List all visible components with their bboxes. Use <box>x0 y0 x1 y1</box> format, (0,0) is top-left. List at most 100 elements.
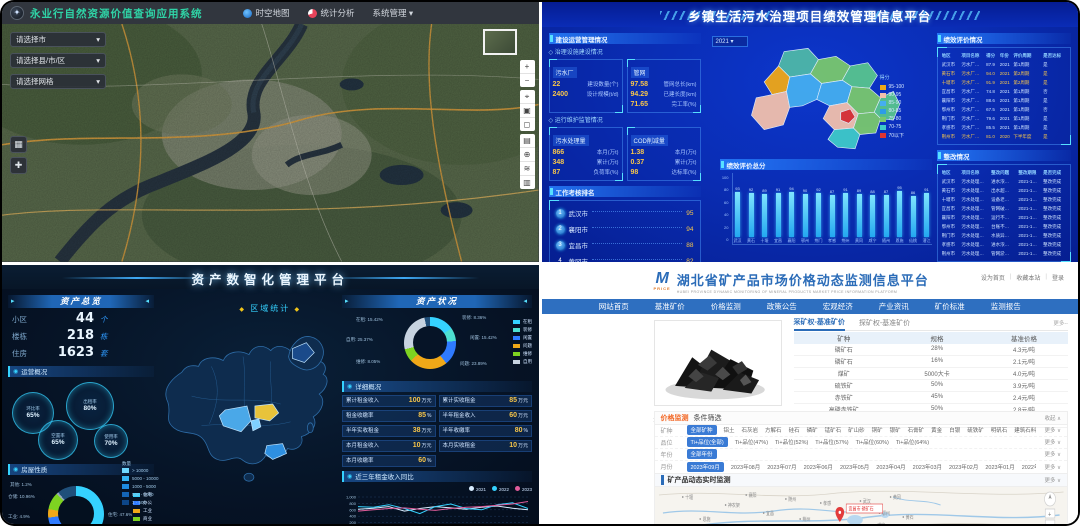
price-tab[interactable]: 探矿权-基准矿价 <box>859 316 910 330</box>
bar-column[interactable]: 89黄冈 <box>854 188 864 244</box>
map-side-button[interactable]: ▦ <box>10 136 27 153</box>
filter-chip[interactable]: 方解石 <box>765 426 782 434</box>
map-tool-button[interactable]: ≋ <box>520 162 535 176</box>
bar-column[interactable]: 92黄石 <box>746 187 756 244</box>
filter-more-link[interactable]: 更多 ∨ <box>1044 450 1061 458</box>
filter-more-link[interactable]: 更多 ∨ <box>1044 463 1061 471</box>
price-tab[interactable]: 采矿权-基准矿价 <box>794 315 845 331</box>
table-row[interactable]: 荆州市污水处理…管网淤…2021-1…整改完成 <box>942 249 1066 258</box>
bar-column[interactable]: 88咸宁 <box>868 189 878 244</box>
filter-chip-active[interactable]: 2023年09月 <box>687 462 724 472</box>
table-row[interactable]: 宜昌市污水处理…管网破…2021-1…整改完成 <box>942 204 1066 213</box>
filter-collapse-link[interactable]: 收起 ∧ <box>1044 414 1061 422</box>
nav-item[interactable]: 监测报告 <box>991 301 1021 312</box>
monitor-map-more-link[interactable]: 更多 ∨ <box>1044 476 1061 484</box>
nav-item[interactable]: 统计分析 <box>308 7 355 19</box>
table-row[interactable]: 襄阳市污水处理…运行不…2021-1…整改完成 <box>942 213 1066 222</box>
header-link[interactable]: 收藏本站 <box>1016 273 1040 282</box>
header-link[interactable]: 登录 <box>1052 273 1064 282</box>
bar-column[interactable]: 91潜江 <box>922 187 932 244</box>
table-row[interactable]: 十堰市污水处理…设备老…2021-1…整改完成 <box>942 195 1066 204</box>
table-row[interactable]: 十堰市污水厂…91.92021第2周期是 <box>942 78 1066 87</box>
table-row[interactable]: 硫铁矿50%3.9元/吨 <box>794 379 1069 391</box>
bar-column[interactable]: 93武汉 <box>733 186 743 244</box>
map-tool-button[interactable]: ▤ <box>520 134 535 148</box>
nav-item[interactable]: 价格监测 <box>711 301 741 312</box>
filter-chip[interactable]: 明矾石 <box>991 426 1008 434</box>
filter-chip[interactable]: 硅石 <box>789 426 800 434</box>
filter-chip-active[interactable]: 全部矿种 <box>687 425 717 435</box>
filter-chip-active[interactable]: Ti+品位(全部) <box>687 437 728 447</box>
nav-item[interactable]: 宏观经济 <box>823 301 853 312</box>
filter-chip[interactable]: Ti+品位(47%) <box>735 438 768 446</box>
ranking-row[interactable]: 4黄冈市82 <box>556 253 694 262</box>
table-row[interactable]: 襄阳市污水厂…88.62021第1周期是 <box>942 96 1066 105</box>
coal-photo[interactable] <box>654 320 782 406</box>
map-tool-button[interactable]: ⊕ <box>520 148 535 162</box>
filter-chip-active[interactable]: 全部年份 <box>687 449 717 459</box>
filter-chip[interactable]: 2023年07月 <box>767 463 796 471</box>
bar-column[interactable]: 91宜昌 <box>773 187 783 244</box>
map-region[interactable] <box>853 112 880 134</box>
china-map[interactable] <box>152 313 340 499</box>
ranking-row[interactable]: 2襄阳市94 <box>556 221 694 237</box>
filter-chip[interactable]: 黄金 <box>931 426 942 434</box>
map-tool-button[interactable]: − <box>520 74 535 87</box>
bar-column[interactable]: 86仙桃 <box>908 190 918 244</box>
table-row[interactable]: 黄石市污水处理…出水超…2021-1…整改完成 <box>942 186 1066 195</box>
map-tool-button[interactable]: ⌖ <box>520 90 535 104</box>
filter-chip[interactable]: 锰矿石 <box>825 426 842 434</box>
bar-column[interactable]: 92荆门 <box>814 187 824 244</box>
table-row[interactable]: 磷矿石16%2.1元/吨 <box>794 355 1069 367</box>
table-row[interactable]: 磷矿石28%4.3元/吨 <box>794 344 1069 356</box>
ranking-row[interactable]: 3宜昌市88 <box>556 237 694 253</box>
table-row[interactable]: 鄂州市污水厂…67.52021第1周期否 <box>942 105 1066 114</box>
nav-item[interactable]: 产业资讯 <box>879 301 909 312</box>
hubei-monitor-map[interactable]: 十堰神农架襄阳随州孝感武汉黄冈鄂州黄石咸宁荆州宜昌恩施 宜昌市·磷矿石 + − <box>655 487 1068 525</box>
map-tool-button[interactable]: ▣ <box>520 104 535 118</box>
overview-minimap[interactable] <box>483 29 517 55</box>
filter-chip[interactable]: 石膏矿 <box>908 426 925 434</box>
region-select[interactable]: 请选择网格▾ <box>10 74 106 89</box>
filter-chip[interactable]: 2023年06月 <box>804 463 833 471</box>
nav-item[interactable]: 基准矿价 <box>655 301 685 312</box>
table-row[interactable]: 武汉市污水处理…进水浓…2021-1…整改完成 <box>942 177 1066 186</box>
filter-more-link[interactable]: 更多 ∨ <box>1044 426 1061 434</box>
map-region[interactable] <box>816 80 851 106</box>
table-row[interactable]: 孝感市污水处理…进水浓…2021-1…整改完成 <box>942 240 1066 249</box>
table-row[interactable]: 荆门市污水处理…水质异…2021-1…整改完成 <box>942 231 1066 240</box>
filter-chip[interactable]: 铝土 <box>724 426 735 434</box>
filter-chip[interactable]: 2023年04月 <box>876 463 905 471</box>
filter-chip[interactable]: 2023年05月 <box>840 463 869 471</box>
map-tool-button[interactable]: ◻ <box>520 118 535 131</box>
region-select[interactable]: 请选择市▾ <box>10 32 106 47</box>
nav-item[interactable]: 政策公告 <box>767 301 797 312</box>
table-row[interactable]: 孝感市污水厂…85.52021第1周期是 <box>942 123 1066 132</box>
filter-chip[interactable]: 2023年08月 <box>731 463 760 471</box>
bar-column[interactable]: 87孝感 <box>827 189 837 244</box>
filter-chip[interactable]: 铜矿 <box>872 426 883 434</box>
map-region[interactable] <box>786 74 821 107</box>
map-tool-button[interactable]: ▥ <box>520 176 535 189</box>
table-row[interactable]: 黄石市污水厂…94.02021第2周期是 <box>942 69 1066 78</box>
map-region[interactable] <box>827 128 859 149</box>
filter-chip[interactable]: 矿山砂 <box>848 426 865 434</box>
region-select[interactable]: 请选择县/市/区▾ <box>10 53 106 68</box>
bar-column[interactable]: 89十堰 <box>760 188 770 244</box>
nav-item[interactable]: 网站首页 <box>599 301 629 312</box>
bar-column[interactable]: 95恩施 <box>895 185 905 244</box>
filter-chip[interactable]: 磷矿 <box>807 426 818 434</box>
table-row[interactable]: 宜昌市污水厂…74.82021第1周期否 <box>942 87 1066 96</box>
filter-chip[interactable]: 石灰岩 <box>742 426 759 434</box>
filter-chip[interactable]: Ti+品位(57%) <box>815 438 848 446</box>
filter-chip[interactable]: 2023年03月 <box>913 463 942 471</box>
bar-column[interactable]: 94襄阳 <box>787 186 797 244</box>
ranking-row[interactable]: 1武汉市95 <box>556 205 694 221</box>
tabs-more-link[interactable]: 更多-- <box>1053 319 1068 327</box>
filter-chip[interactable]: 建筑石料 <box>1014 426 1036 434</box>
nav-item[interactable]: 时空地图 <box>243 7 290 19</box>
table-row[interactable]: 荆州市污水厂…81.02020下半年度是 <box>942 132 1066 141</box>
filter-more-link[interactable]: 更多 ∨ <box>1044 438 1061 446</box>
filter-chip[interactable]: 硫铁矿 <box>967 426 984 434</box>
filter-chip[interactable]: 2022年12月 <box>1022 463 1037 471</box>
